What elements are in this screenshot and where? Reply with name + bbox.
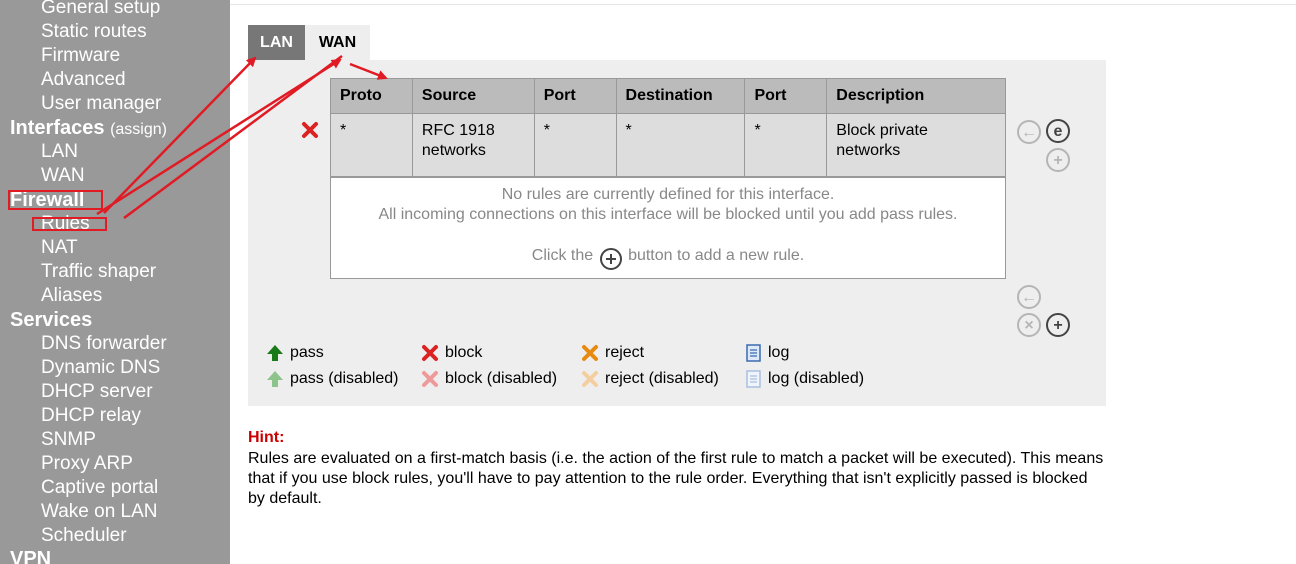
add-rule-inline-icon[interactable] [599,248,622,270]
column-header-description: Description [826,78,1006,114]
sidebar-heading-vpn: VPN [10,548,52,564]
table-row[interactable]: * RFC 1918 networks * * * Block private … [330,113,1006,177]
legend-reject-disabled: reject (disabled) [605,370,719,387]
legend-block-disabled: block (disabled) [445,370,558,387]
sidebar-item-proxy-arp[interactable]: Proxy ARP [41,453,133,475]
pass-icon [267,345,283,361]
column-header-dest-port: Port [744,78,828,114]
interfaces-heading-label: Interfaces [10,117,105,139]
add-icon[interactable]: + [1046,148,1070,172]
block-icon[interactable] [301,121,319,139]
sidebar-item-dhcp-server[interactable]: DHCP server [41,381,153,403]
column-header-proto: Proto [330,78,413,114]
move-left-icon[interactable]: ← [1017,120,1041,144]
sidebar-heading-interfaces: Interfaces (assign) [10,117,167,141]
sidebar-item-lan[interactable]: LAN [41,141,78,163]
empty-line-2: All incoming connections on this interfa… [378,206,958,223]
reject-disabled-icon [582,371,598,387]
sidebar-item-firmware[interactable]: Firmware [41,45,120,67]
click-the-text: Click the [531,247,594,265]
empty-rules-message: No rules are currently defined for this … [330,177,1006,279]
cell-dest-port: * [744,113,828,177]
table-header-row: Proto Source Port Destination Port Descr… [330,78,1006,114]
hint-text: Rules are evaluated on a first-match bas… [248,450,1104,507]
sidebar-item-dns-forwarder[interactable]: DNS forwarder [41,333,167,355]
tab-wan[interactable]: WAN [305,25,370,60]
block-legend-icon [422,345,438,361]
legend-log-disabled: log (disabled) [768,370,865,387]
rules-table: Proto Source Port Destination Port Descr… [330,78,1006,177]
cell-description: Block private networks [826,113,1006,177]
sidebar-item-advanced[interactable]: Advanced [41,69,126,91]
legend-block: block [445,344,483,361]
edit-icon[interactable]: e [1046,119,1070,143]
tab-lan[interactable]: LAN [248,25,305,60]
column-header-port: Port [533,78,617,114]
log-disabled-icon [746,370,761,388]
sidebar-item-wake-on-lan[interactable]: Wake on LAN [41,501,158,523]
sidebar-item-traffic-shaper[interactable]: Traffic shaper [41,261,156,283]
legend-reject: reject [605,344,645,361]
sidebar-heading-services: Services [10,309,93,331]
hint-title: Hint: [248,429,285,446]
cell-destination: * [615,113,746,177]
annotation-box-rules [32,217,107,231]
sidebar-item-nat[interactable]: NAT [41,237,78,259]
cell-port: * [533,113,617,177]
sidebar-item-user-manager[interactable]: User manager [41,93,161,115]
reject-icon [582,345,598,361]
log-icon [746,344,761,362]
top-divider [230,4,1296,5]
sidebar-item-aliases[interactable]: Aliases [41,285,102,307]
sidebar-item-static-routes[interactable]: Static routes [41,21,147,43]
empty-line-3: Click the button to add a new rule. [331,245,1005,270]
legend-pass-disabled: pass (disabled) [290,370,399,387]
add-rule-icon[interactable]: + [1046,313,1070,337]
sidebar-item-scheduler[interactable]: Scheduler [41,525,127,547]
annotation-box-firewall [8,190,103,210]
add-rule-hint-text: button to add a new rule. [628,247,805,265]
sidebar-item-captive-portal[interactable]: Captive portal [41,477,158,499]
delete-selected-icon[interactable]: × [1017,313,1041,337]
sidebar-item-dhcp-relay[interactable]: DHCP relay [41,405,141,427]
legend-log: log [768,344,790,361]
column-header-source: Source [411,78,535,114]
sidebar-item-wan[interactable]: WAN [41,165,85,187]
cell-source: RFC 1918 networks [411,113,535,177]
sidebar-item-general-setup[interactable]: General setup [41,0,160,19]
interfaces-assign-link[interactable]: (assign) [110,121,167,138]
sidebar-item-dynamic-dns[interactable]: Dynamic DNS [41,357,160,379]
move-selected-icon[interactable]: ← [1017,285,1041,309]
sidebar-item-snmp[interactable]: SNMP [41,429,96,451]
pass-disabled-icon [267,371,283,387]
empty-line-1: No rules are currently defined for this … [501,186,835,203]
sidebar-nav: General setup Static routes Firmware Adv… [0,0,230,564]
block-disabled-icon [422,371,438,387]
column-header-destination: Destination [615,78,746,114]
cell-proto: * [330,113,413,177]
legend-pass: pass [290,344,324,361]
